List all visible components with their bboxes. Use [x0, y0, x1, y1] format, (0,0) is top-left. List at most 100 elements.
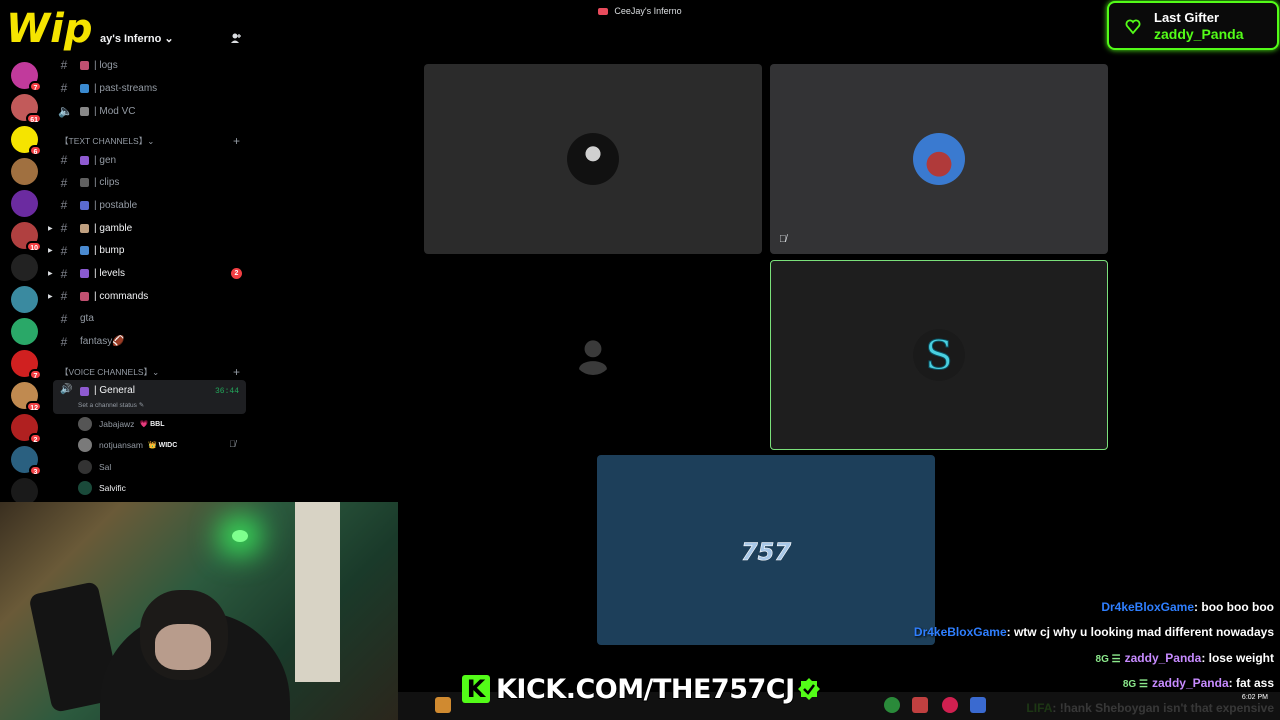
avatar: [78, 438, 92, 453]
channel-category[interactable]: 【TEXT CHANNELS】 ⌄ +: [60, 134, 240, 148]
video-tile-2[interactable]: 🎙̸: [770, 64, 1108, 254]
pizza-icon[interactable]: [435, 697, 451, 713]
member-tag: 👑 WIDC: [147, 442, 178, 450]
hashtag-icon: #: [60, 175, 68, 190]
server-icon[interactable]: [11, 254, 38, 281]
channel-label: gta: [80, 313, 94, 325]
channel-item[interactable]: # | clips: [58, 173, 244, 193]
channel-label: | clips: [94, 177, 120, 189]
gifter-name: zaddy_Panda: [1154, 26, 1244, 42]
voice-member[interactable]: notjuansam 👑 WIDC: [78, 437, 177, 453]
hashtag-icon: #: [60, 289, 68, 304]
voice-channel-label: | General: [94, 385, 135, 396]
channel-emoji-icon: [80, 200, 89, 210]
lamp: [232, 530, 248, 542]
channel-label: | gamble: [94, 222, 133, 234]
video-tile-1[interactable]: [424, 64, 762, 254]
window-title-bar: CeeJay's Inferno: [0, 0, 1280, 22]
hashtag-icon: #: [60, 334, 68, 349]
kick-logo: K: [462, 675, 490, 703]
chat-message: Dr4keBloxGame: boo boo boo: [1101, 600, 1274, 614]
app-icon[interactable]: [970, 697, 986, 713]
server-icon[interactable]: 6: [11, 126, 42, 156]
chevron-down-icon: ⌄: [147, 135, 155, 146]
svg-text:757: 757: [741, 538, 791, 566]
member-name: notjuansam: [99, 440, 143, 451]
salvific-avatar: S: [913, 329, 965, 381]
wip-logo: Wip: [5, 5, 93, 53]
chat-text: : boo boo boo: [1194, 600, 1274, 614]
server-icon[interactable]: 7: [11, 62, 42, 92]
xbox-icon[interactable]: [884, 697, 900, 713]
door: [295, 502, 340, 682]
add-channel-icon[interactable]: +: [233, 134, 240, 148]
channel-item[interactable]: # | gen: [58, 150, 244, 170]
channel-item[interactable]: 🔈 | Mod VC: [58, 101, 244, 121]
video-tile-speaking[interactable]: S: [770, 260, 1108, 450]
server-icon[interactable]: [11, 286, 38, 313]
server-icon[interactable]: 3: [11, 446, 42, 476]
streamer-face: [155, 624, 211, 670]
mention-badge: 61: [26, 113, 42, 124]
channel-label: | past-streams: [94, 82, 158, 94]
verified-check-icon: [797, 678, 820, 700]
unread-indicator: ▶: [48, 248, 53, 255]
server-icon[interactable]: [11, 478, 38, 505]
channel-item[interactable]: ▶ # | gamble: [48, 218, 244, 238]
gifter-label: Last Gifter: [1154, 10, 1220, 25]
channel-item[interactable]: # | logs: [58, 55, 244, 75]
server-icon[interactable]: 61: [11, 94, 42, 124]
video-tile-screen[interactable]: 757: [597, 455, 935, 645]
window-title: CeeJay's Inferno: [614, 6, 682, 16]
server-icon[interactable]: [11, 318, 38, 345]
server-icon[interactable]: 10: [11, 222, 42, 252]
category-label: 【TEXT CHANNELS】: [60, 136, 148, 146]
server-icon[interactable]: [11, 158, 38, 185]
hashtag-icon: #: [60, 311, 68, 326]
avatar: [78, 480, 92, 495]
channel-category[interactable]: 【VOICE CHANNELS】 ⌄ +: [60, 365, 240, 379]
channel-label: | postable: [94, 199, 138, 211]
member-tag: 💗 BBL: [139, 421, 165, 428]
channel-item[interactable]: # fantasy🏈: [58, 332, 244, 352]
clock: 6:02 PM: [1241, 694, 1268, 701]
channel-item[interactable]: ▶ # | bump: [48, 241, 244, 261]
kick-url: KICK.COM/THE757CJ: [495, 673, 796, 706]
channel-item[interactable]: ▶ # | commands: [48, 286, 244, 306]
add-channel-icon[interactable]: +: [233, 365, 240, 379]
channel-item[interactable]: # | postable: [58, 195, 244, 215]
mention-badge: 7: [29, 81, 42, 92]
avatar: [913, 133, 965, 185]
server-icon[interactable]: [11, 190, 38, 217]
chat-badge: 8G ☰: [1095, 654, 1121, 665]
channel-label: | Mod VC: [94, 105, 136, 117]
hashtag-icon: #: [60, 198, 68, 213]
channel-emoji-icon: [80, 246, 89, 256]
server-icon[interactable]: 12: [11, 382, 42, 412]
server-icon[interactable]: 7: [11, 350, 42, 380]
voice-member[interactable]: Sal: [78, 459, 111, 475]
avatar: [78, 459, 92, 474]
app-icon[interactable]: [912, 697, 928, 713]
server-name[interactable]: ay's Inferno ⌄: [100, 32, 174, 45]
channel-status[interactable]: Set a channel status ✎: [78, 401, 144, 409]
video-tile-3[interactable]: [424, 260, 762, 450]
channel-item[interactable]: # | past-streams: [58, 78, 244, 98]
chat-message: 8G ☰ zaddy_Panda: fat ass: [1123, 676, 1274, 690]
channel-label: | logs: [94, 59, 118, 71]
unread-indicator: ▶: [48, 293, 53, 300]
chat-username: Dr4keBloxGame: [1101, 600, 1195, 614]
member-name: Jabajawz: [99, 419, 135, 429]
avatar: [567, 133, 619, 185]
invite-people-icon[interactable]: [230, 32, 242, 44]
voice-member[interactable]: Jabajawz 💗 BBL: [78, 416, 164, 432]
voice-member[interactable]: Salvific: [78, 480, 126, 496]
chat-message: 8G ☰ zaddy_Panda: lose weight: [1096, 651, 1274, 665]
server-icon[interactable]: 2: [11, 414, 42, 444]
muted-mic-icon: 🎙̸: [779, 234, 787, 245]
record-icon[interactable]: [942, 697, 958, 713]
channel-item[interactable]: # gta: [58, 309, 244, 329]
kick-banner: K KICK.COM/THE757CJ: [462, 670, 821, 708]
svg-text:S: S: [925, 333, 952, 379]
channel-item[interactable]: ▶ # | levels 2: [48, 264, 244, 284]
